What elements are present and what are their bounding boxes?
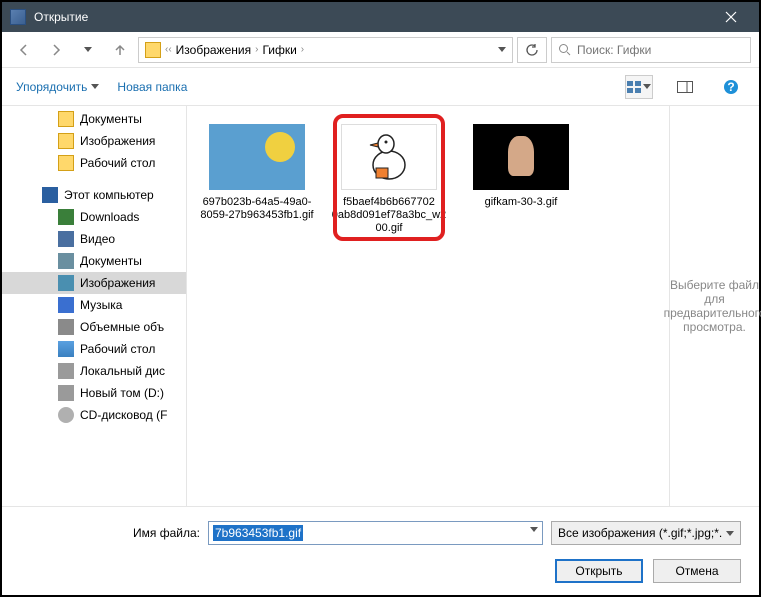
filter-label: Все изображения (*.gif;*.jpg;*. [558,526,722,540]
filename-dropdown-icon[interactable] [530,527,538,532]
downloads-icon [58,209,74,225]
preview-hint: Выберите файл для предварительного просм… [664,278,761,334]
file-item[interactable]: gifkam-30-3.gif [461,124,581,209]
sidebar-item-3d[interactable]: Объемные объ [2,316,186,338]
cancel-button[interactable]: Отмена [653,559,741,583]
main-area: 697b023b-64a5-49a0-8059-27b963453fb1.gif… [187,106,759,506]
pc-icon [42,187,58,203]
filename-value: 7b963453fb1.gif [213,525,303,541]
app-icon [10,9,26,25]
nav-row: ‹‹ Изображения › Гифки › [2,32,759,68]
toolbar: Упорядочить Новая папка ? [2,68,759,106]
sidebar-item-music[interactable]: Музыка [2,294,186,316]
chevron-right-icon: › [255,44,258,55]
filename-input[interactable]: 7b963453fb1.gif [208,521,543,545]
title-bar: Открытие [2,2,759,32]
music-icon [58,297,74,313]
sidebar-item-images-quick[interactable]: Изображения [2,130,186,152]
breadcrumb-images[interactable]: Изображения [176,43,251,57]
file-thumbnail [341,124,437,190]
forward-button[interactable] [42,37,70,63]
sidebar-tree: Документы Изображения Рабочий стол Этот … [2,106,187,506]
folder-icon [58,155,74,171]
window-title: Открытие [34,10,711,24]
search-icon [558,43,571,56]
address-bar[interactable]: ‹‹ Изображения › Гифки › [138,37,513,63]
recent-button[interactable] [74,37,102,63]
3d-icon [58,319,74,335]
sidebar-item-local-disk[interactable]: Локальный дис [2,360,186,382]
refresh-button[interactable] [517,37,547,63]
images-icon [58,275,74,291]
video-icon [58,231,74,247]
sidebar-item-cd-drive[interactable]: CD-дисковод (F [2,404,186,426]
search-input[interactable] [577,43,744,57]
sidebar-item-documents-quick[interactable]: Документы [2,108,186,130]
disk-icon [58,363,74,379]
file-item[interactable]: 697b023b-64a5-49a0-8059-27b963453fb1.gif [197,124,317,222]
new-folder-button[interactable]: Новая папка [117,80,187,94]
dialog-body: Документы Изображения Рабочий стол Этот … [2,106,759,506]
preview-pane-button[interactable] [671,75,699,99]
sidebar-item-documents[interactable]: Документы [2,250,186,272]
svg-text:?: ? [727,80,734,94]
chevron-right-icon: › [301,44,304,55]
sidebar-item-video[interactable]: Видео [2,228,186,250]
view-menu-button[interactable] [625,75,653,99]
organize-menu[interactable]: Упорядочить [16,80,99,94]
sidebar-item-this-pc[interactable]: Этот компьютер [2,184,186,206]
chevron-down-icon [726,531,734,536]
sidebar-item-images[interactable]: Изображения [2,272,186,294]
help-button[interactable]: ? [717,75,745,99]
address-dropdown-icon[interactable] [498,47,506,52]
folder-icon [58,133,74,149]
file-item-selected[interactable]: f5baef4b6b667702 0ab8d091ef78a3bc_w200.g… [329,124,449,235]
file-thumbnail [209,124,305,190]
open-button[interactable]: Открыть [555,559,643,583]
close-button[interactable] [711,2,751,32]
back-button[interactable] [10,37,38,63]
up-button[interactable] [106,37,134,63]
chevron-icon: ‹‹ [165,44,172,55]
file-thumbnail [473,124,569,190]
sidebar-item-desktop[interactable]: Рабочий стол [2,338,186,360]
file-list[interactable]: 697b023b-64a5-49a0-8059-27b963453fb1.gif… [187,106,669,506]
sidebar-item-new-volume[interactable]: Новый том (D:) [2,382,186,404]
chevron-down-icon [91,84,99,89]
filetype-filter[interactable]: Все изображения (*.gif;*.jpg;*. [551,521,741,545]
cd-icon [58,407,74,423]
sidebar-item-desktop-quick[interactable]: Рабочий стол [2,152,186,174]
breadcrumb-gifs[interactable]: Гифки [262,43,296,57]
search-box[interactable] [551,37,751,63]
documents-icon [58,253,74,269]
disk-icon [58,385,74,401]
folder-icon [145,42,161,58]
chevron-down-icon [643,84,651,89]
bottom-panel: Имя файла: 7b963453fb1.gif Все изображен… [2,506,759,601]
file-name: f5baef4b6b667702 0ab8d091ef78a3bc_w200.g… [329,196,449,235]
file-name: 697b023b-64a5-49a0-8059-27b963453fb1.gif [197,196,317,222]
preview-pane: Выберите файл для предварительного просм… [669,106,759,506]
filename-label: Имя файла: [20,526,200,540]
file-name: gifkam-30-3.gif [461,196,581,209]
desktop-icon [58,341,74,357]
sidebar-item-downloads[interactable]: Downloads [2,206,186,228]
folder-icon [58,111,74,127]
